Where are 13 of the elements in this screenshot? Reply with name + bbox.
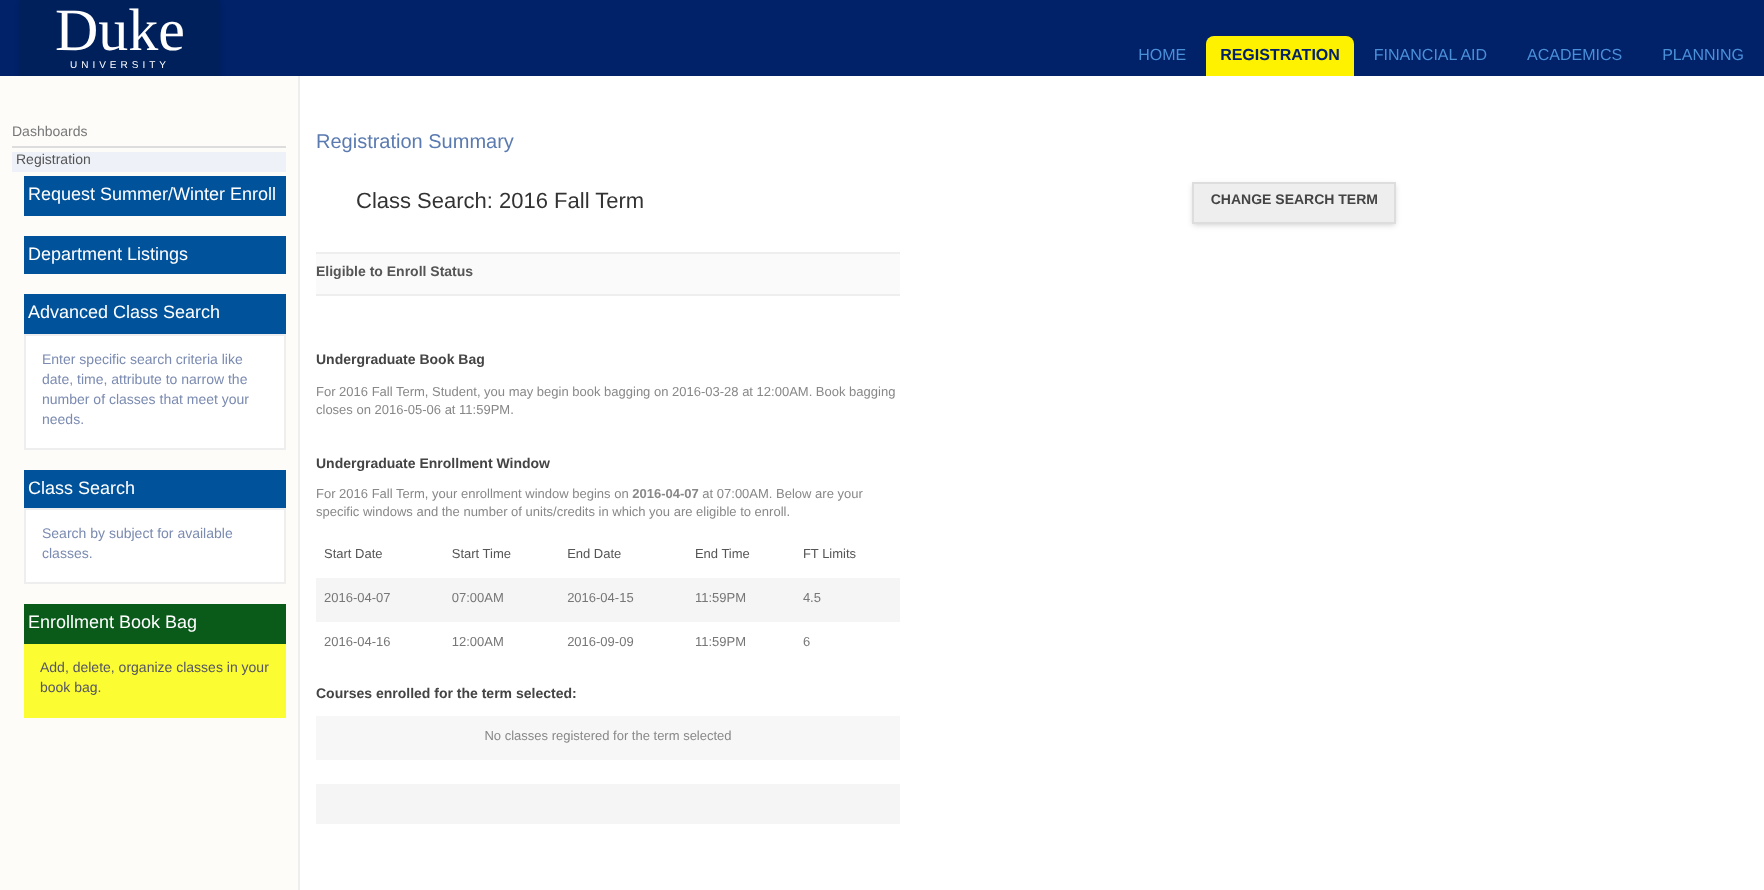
sidebar-link[interactable]: Advanced Class Search <box>24 294 286 333</box>
sidebar-link[interactable]: Enrollment Book Bag <box>24 604 286 643</box>
nav-tab[interactable]: ACADEMICS <box>1507 36 1643 76</box>
sidebar-link[interactable]: Request Summer/Winter Enroll <box>24 176 286 215</box>
nav-tab[interactable]: FINANCIAL AID <box>1353 36 1508 76</box>
nav-tab[interactable]: HOME <box>1118 36 1207 76</box>
nav-tab[interactable]: REGISTRATION <box>1206 36 1354 76</box>
nav-tab[interactable]: PLANNING <box>1642 36 1764 76</box>
page-title: Registration Summary <box>316 130 516 158</box>
term-heading: Class Search: 2016 Fall Term <box>356 188 645 218</box>
sidebar-link[interactable]: Class Search <box>24 469 286 508</box>
logo-text: Duke <box>55 4 185 60</box>
sidebar-link[interactable]: Department Listings <box>24 235 286 274</box>
